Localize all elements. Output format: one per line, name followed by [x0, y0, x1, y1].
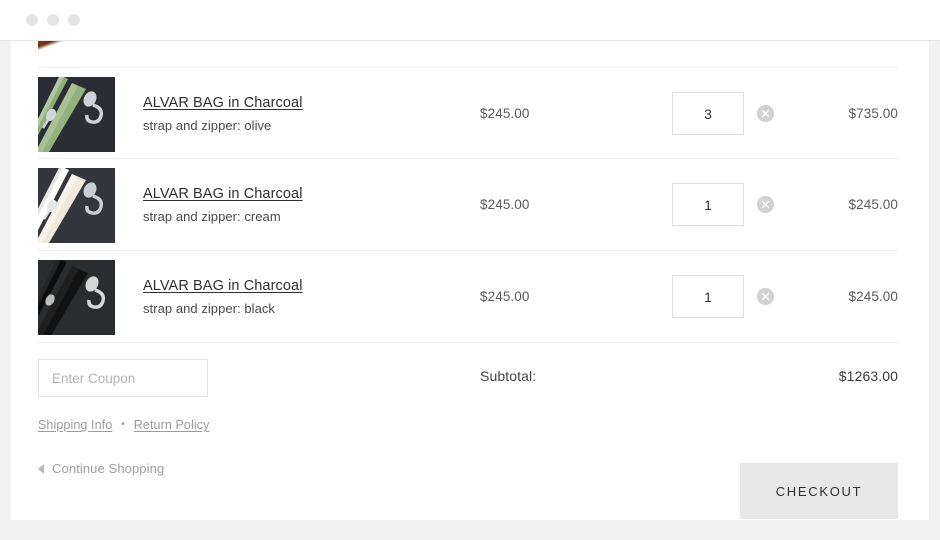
continue-shopping-link[interactable]: Continue Shopping — [38, 461, 164, 476]
browser-titlebar — [0, 0, 940, 41]
cart-items-table: ALVAR BAG in Charcoal strap and zipper: … — [38, 67, 898, 343]
cart-row-partial-above — [38, 41, 898, 68]
cart-summary: Subtotal: $1263.00 — [38, 344, 898, 406]
minimize-dot-icon[interactable] — [47, 14, 59, 26]
unit-price: $245.00 — [480, 106, 530, 121]
product-thumbnail-cream[interactable] — [38, 168, 115, 243]
continue-shopping-label: Continue Shopping — [52, 461, 165, 476]
line-total: $245.00 — [848, 197, 898, 212]
subtotal-value: $1263.00 — [838, 368, 898, 384]
close-circle-icon — [757, 105, 774, 122]
close-circle-icon — [757, 196, 774, 213]
caret-left-icon — [38, 463, 44, 474]
quantity-input[interactable]: 3 — [672, 92, 744, 135]
policy-links: Shipping Info • Return Policy — [38, 418, 209, 432]
table-row: ALVAR BAG in Charcoal strap and zipper: … — [38, 159, 898, 251]
product-title-link[interactable]: ALVAR BAG in Charcoal — [143, 93, 443, 113]
quantity-input[interactable]: 1 — [672, 183, 744, 226]
product-info: ALVAR BAG in Charcoal strap and zipper: … — [143, 159, 443, 250]
product-title-link[interactable]: ALVAR BAG in Charcoal — [143, 184, 443, 204]
page-viewport: ALVAR BAG in Charcoal strap and zipper: … — [0, 41, 940, 540]
browser-window: ALVAR BAG in Charcoal strap and zipper: … — [0, 0, 940, 540]
line-total: $245.00 — [848, 289, 898, 304]
line-total: $735.00 — [848, 106, 898, 121]
remove-item-button[interactable] — [757, 288, 774, 305]
close-dot-icon[interactable] — [26, 14, 38, 26]
product-thumbnail-black[interactable] — [38, 260, 115, 335]
remove-item-button[interactable] — [757, 196, 774, 213]
product-info: ALVAR BAG in Charcoal strap and zipper: … — [143, 251, 443, 342]
product-title-link[interactable]: ALVAR BAG in Charcoal — [143, 276, 443, 296]
cart-page-card: ALVAR BAG in Charcoal strap and zipper: … — [11, 41, 929, 520]
product-variant: strap and zipper: black — [143, 300, 275, 316]
table-row: ALVAR BAG in Charcoal strap and zipper: … — [38, 251, 898, 343]
shipping-info-link[interactable]: Shipping Info — [38, 418, 112, 432]
product-thumbnail-partial — [38, 41, 115, 68]
close-circle-icon — [757, 288, 774, 305]
remove-item-button[interactable] — [757, 105, 774, 122]
unit-price: $245.00 — [480, 289, 530, 304]
product-variant: strap and zipper: cream — [143, 208, 281, 224]
quantity-input[interactable]: 1 — [672, 275, 744, 318]
product-thumbnail-olive[interactable] — [38, 77, 115, 152]
subtotal-label: Subtotal: — [480, 368, 537, 384]
window-controls — [26, 14, 80, 26]
link-separator: • — [121, 419, 125, 430]
maximize-dot-icon[interactable] — [68, 14, 80, 26]
return-policy-link[interactable]: Return Policy — [134, 418, 210, 432]
product-info: ALVAR BAG in Charcoal strap and zipper: … — [143, 68, 443, 159]
unit-price: $245.00 — [480, 197, 530, 212]
product-variant: strap and zipper: olive — [143, 117, 272, 133]
checkout-button[interactable]: CHECKOUT — [740, 463, 898, 519]
coupon-input[interactable] — [38, 359, 208, 397]
table-row: ALVAR BAG in Charcoal strap and zipper: … — [38, 67, 898, 159]
